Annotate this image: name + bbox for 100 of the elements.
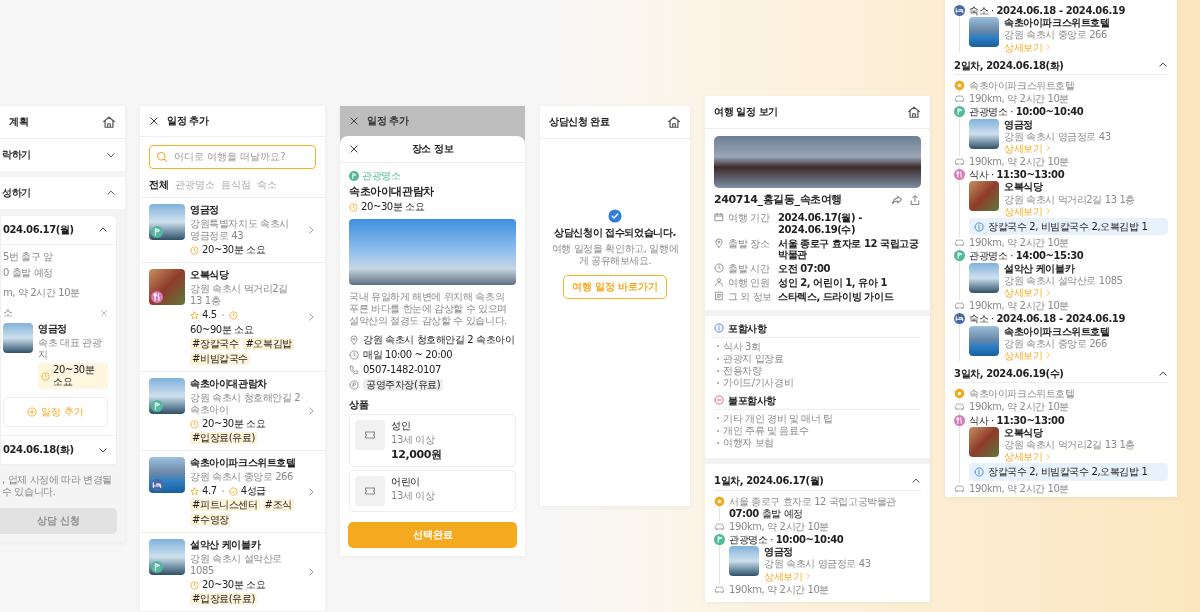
parking-icon (349, 380, 359, 391)
photo-placeholder (969, 181, 999, 212)
clock-icon (41, 371, 50, 381)
success-message: 상담신청이 접수되었습니다. (554, 227, 676, 239)
car-icon (954, 156, 965, 168)
upload-icon[interactable] (909, 194, 921, 207)
photo-placeholder (149, 457, 185, 493)
list-item: 전용차량 (723, 365, 762, 377)
details-link[interactable]: 상세보기 (1004, 349, 1168, 362)
chevron-icon[interactable] (106, 150, 116, 160)
list-item: 식사 3회 (723, 340, 761, 352)
photo-placeholder (149, 539, 185, 575)
fork-icon (954, 414, 965, 426)
photo-placeholder (3, 323, 33, 353)
drive-info: 190km, 약 2시간 10분 (969, 237, 1070, 249)
confirm-button[interactable]: 선택완료 (348, 522, 517, 549)
home-icon[interactable] (667, 115, 681, 129)
start-marker-icon (954, 388, 965, 400)
place-name: 속초아이대관람차 (349, 185, 435, 199)
place-list-item[interactable]: 속초아이파크스위트호텔 강원 속초시 중앙로 266 4.7 4성급 #피트니스센터 #조식 #수영장 (140, 451, 325, 533)
share-icon[interactable] (891, 194, 903, 207)
drive-info: m, 약 2시간 10분 (3, 287, 81, 299)
person-icon (714, 277, 724, 288)
info-icon (974, 466, 984, 477)
stop-header: 관광명소 · 14:00~15:30 (969, 250, 1084, 262)
category-tab[interactable]: 관광명소 (175, 179, 215, 191)
list-item: 관광지 입장료 (723, 353, 784, 365)
place-info: 0507-1482-0107 (363, 364, 441, 377)
details-link[interactable]: 상세보기 (1004, 205, 1168, 217)
details-link[interactable]: 상세보기 (1004, 451, 1168, 463)
chevron-icon[interactable] (98, 445, 108, 455)
fork-icon (954, 169, 965, 181)
list-item: 여행자 보험 (723, 437, 774, 449)
place-address: 강원 속초시 청호해안길 2 속초아이 (190, 392, 301, 416)
duration-text: 20~30분 소요 (53, 364, 96, 388)
place-name: 오복식당 (1004, 181, 1044, 193)
start-marker-icon (954, 79, 965, 91)
category-tab[interactable]: 음식점 (221, 179, 251, 191)
document-icon (714, 291, 724, 302)
home-icon[interactable] (907, 105, 921, 119)
place-list-item[interactable]: 영금정 강원특별자치도 속초시 영금정로 43 20~30분 소요 (140, 198, 325, 263)
chevron-right-icon (1044, 144, 1053, 153)
details-link[interactable]: 상세보기 (1004, 142, 1168, 155)
clock-icon (349, 202, 358, 212)
flag-icon (954, 106, 965, 118)
details-link[interactable]: 상세보기 (1004, 286, 1168, 299)
drive-info: 190km, 약 2시간 10분 (729, 583, 830, 595)
info-label: 여행 기간 (728, 212, 771, 224)
place-list-item[interactable]: 오복식당 강원 속초시 먹거리2길 13 1층 4.5 60~90분 소요 #장칼국수 #오복김밥 #비빔칼국수 (140, 263, 325, 372)
place-address: 강원 속초시 중앙로 266 (1004, 29, 1109, 41)
info-value: 오전 07:00 (778, 263, 832, 275)
product-name: 어린이 (391, 476, 421, 489)
product-card[interactable]: 성인 13세 이상 12,000원 (349, 414, 516, 468)
photo-placeholder (969, 325, 999, 356)
car-icon (954, 300, 965, 312)
clock-icon (190, 245, 199, 255)
place-name: 속초아이파크스위트호텔 (1004, 17, 1111, 29)
bed-icon (954, 5, 965, 16)
place-list-item[interactable]: 속초아이대관람차 강원 속초시 청호해안길 2 속초아이 20~30분 소요 #입장료(유료) (140, 372, 325, 451)
details-link[interactable]: 상세보기 (1004, 41, 1168, 53)
close-icon[interactable] (149, 116, 159, 126)
car-icon (714, 583, 725, 595)
place-list-item[interactable]: 설악산 케이블카 강원 속초시 설악산로 1085 20~30분 소요 #입장료(유료) (140, 533, 325, 612)
place-meta: 4.5 (202, 309, 217, 321)
place-address: 강원 속초시 먹거리2길 13 1층 (1004, 193, 1136, 205)
clock-icon (190, 419, 199, 429)
screen-title: 일정 추가 (167, 115, 209, 127)
screen-title: 계획 (9, 116, 29, 128)
place-meta: 4.7 (202, 485, 217, 497)
close-icon[interactable] (349, 144, 359, 154)
chevron-icon[interactable] (98, 225, 108, 235)
clock-icon (190, 580, 199, 590)
place-name: 설악산 케이블카 (1004, 262, 1076, 274)
info-value: 2024.06.17(월) - 2024.06.19(수) (778, 212, 864, 235)
photo-placeholder (729, 546, 759, 577)
place-address: 강원 속초시 중앙로 266 (190, 471, 295, 483)
place-name: 속초아이대관람차 (190, 378, 268, 390)
tag: #장칼국수 (190, 338, 241, 350)
start-info: 5번 출구 앞 (3, 251, 54, 263)
chevron-right-icon (306, 225, 316, 235)
place-name: 설악산 케이블카 (190, 539, 262, 551)
info-icon (974, 221, 984, 232)
add-schedule-button[interactable]: 일정 추가 (3, 397, 108, 427)
search-field[interactable]: 어디로 여행을 떠날까요? (149, 145, 316, 169)
place-info: 공영주차장(유료) (363, 379, 444, 392)
chevron-icon[interactable] (106, 188, 116, 198)
place-name: 속초아이파크스위트호텔 (1004, 325, 1111, 337)
product-card[interactable]: 어린이 13세 이상 (349, 470, 516, 513)
details-link[interactable]: 상세보기 (764, 570, 921, 582)
place-name: 속초아이파크스위트호텔 (190, 457, 297, 469)
home-icon[interactable] (102, 115, 116, 129)
sheet-title: 장소 정보 (411, 143, 454, 155)
view-itinerary-button[interactable]: 여행 일정 바로가기 (562, 275, 668, 299)
tag: #입장료(유료) (190, 432, 257, 444)
category-tab[interactable]: 전체 (149, 179, 169, 191)
place-meta: 60~90분 소요 (190, 324, 254, 336)
category-tab[interactable]: 숙소 (257, 179, 277, 191)
success-subtext: 여행 일정을 확인하고, 일행에게 공유해보세요. (550, 243, 680, 267)
start-marker-icon (714, 495, 725, 507)
product-price: 12,000원 (391, 448, 443, 462)
